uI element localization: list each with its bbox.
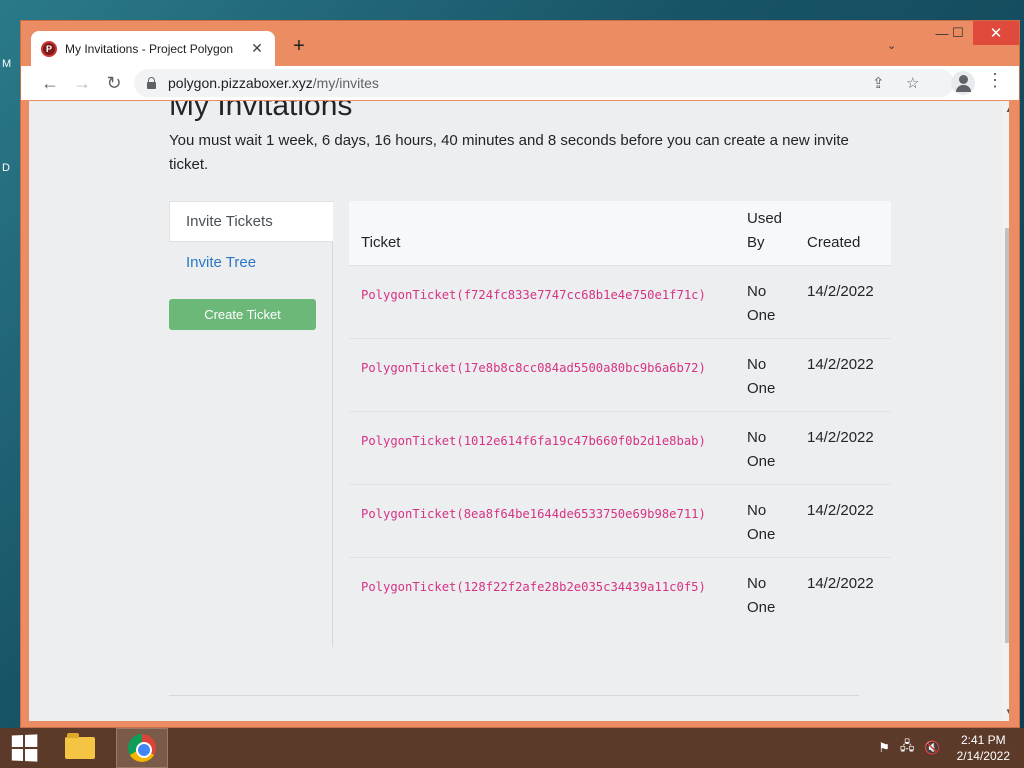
create-ticket-button[interactable]: Create Ticket	[169, 299, 316, 330]
tab-title: My Invitations - Project Polygon	[65, 41, 234, 56]
ticket-code: PolygonTicket(8ea8f64be1644de6533750e69b…	[361, 507, 706, 521]
column-header-created: Created	[807, 234, 861, 251]
used-by-cell: No One	[747, 283, 776, 324]
share-icon[interactable]: ⇪	[872, 74, 885, 92]
reload-icon: ↻	[106, 72, 122, 93]
scroll-down-arrow-icon[interactable]: ▼	[1005, 707, 1009, 716]
favicon-icon: P	[41, 40, 57, 57]
reload-button[interactable]: ↻	[98, 69, 130, 97]
table-row: PolygonTicket(f724fc833e7747cc68b1e4e750…	[349, 266, 891, 339]
column-header-used-by: Used By	[747, 210, 783, 251]
scroll-up-arrow-icon[interactable]: ▲	[1005, 105, 1009, 114]
browser-toolbar: ← → ↻ polygon.pizzaboxer.xyz /my/invites…	[21, 66, 1019, 100]
windows-logo-icon	[11, 734, 38, 762]
menu-dots-icon[interactable]: ⋮	[985, 70, 1005, 91]
invites-sidebar: Invite Tickets Invite Tree Create Ticket	[169, 201, 333, 647]
desktop-label: M	[2, 58, 12, 70]
taskbar-chrome[interactable]	[116, 728, 168, 768]
browser-tab[interactable]: P My Invitations - Project Polygon ✕	[31, 31, 275, 66]
browser-window: — ☐ ✕ P My Invitations - Project Polygon…	[20, 20, 1020, 728]
footer-divider	[169, 695, 859, 696]
ticket-code: PolygonTicket(f724fc833e7747cc68b1e4e750…	[361, 288, 706, 302]
tickets-table: Ticket Used By Created PolygonTicket(f72…	[349, 201, 891, 631]
ticket-code: PolygonTicket(1012e614f6fa19c47b660f0b2d…	[361, 434, 706, 448]
forward-button[interactable]: →	[66, 69, 98, 97]
volume-muted-icon[interactable]: 🔇	[924, 740, 940, 756]
clock-time: 2:41 PM	[960, 733, 1006, 747]
taskbar-clock[interactable]: 2:41 PM 2/14/2022	[957, 732, 1010, 764]
tab-search-chevron-icon[interactable]: ⌄	[887, 39, 896, 52]
back-button[interactable]: ←	[34, 69, 66, 97]
back-arrow-icon: ←	[41, 72, 59, 93]
forward-arrow-icon: →	[73, 72, 91, 93]
network-icon[interactable]: 🖧	[900, 737, 915, 759]
close-window-button[interactable]: ✕	[973, 21, 1019, 45]
desktop-label: D	[2, 162, 10, 174]
action-center-flag-icon[interactable]: ⚑	[878, 740, 890, 756]
clock-date: 2/14/2022	[956, 749, 1010, 763]
created-cell: 14/2/2022	[807, 502, 874, 519]
sidebar-item-invite-tickets[interactable]: Invite Tickets	[169, 201, 333, 242]
chrome-icon	[128, 734, 156, 762]
url-host: polygon.pizzaboxer.xyz	[168, 75, 313, 91]
bookmark-star-icon[interactable]: ☆	[906, 74, 919, 92]
page-scrollbar[interactable]: ▲ ▼	[1002, 101, 1009, 721]
taskbar-file-explorer[interactable]	[54, 728, 106, 768]
new-tab-button[interactable]: +	[287, 35, 311, 59]
scrollbar-thumb[interactable]	[1005, 228, 1009, 643]
wait-message: You must wait 1 week, 6 days, 16 hours, …	[169, 132, 849, 173]
page-viewport: My Invitations You must wait 1 week, 6 d…	[29, 101, 1009, 721]
taskbar: ⚑ 🖧 🔇 2:41 PM 2/14/2022	[0, 728, 1024, 768]
system-tray: ⚑ 🖧 🔇 2:41 PM 2/14/2022	[878, 728, 1010, 768]
tab-close-icon[interactable]: ✕	[249, 40, 265, 57]
page-title: My Invitations	[169, 101, 353, 122]
table-row: PolygonTicket(1012e614f6fa19c47b660f0b2d…	[349, 412, 891, 485]
lock-icon	[146, 77, 156, 89]
address-bar[interactable]: polygon.pizzaboxer.xyz /my/invites ⇪ ☆	[134, 69, 954, 97]
created-cell: 14/2/2022	[807, 429, 874, 446]
ticket-code: PolygonTicket(17e8b8c8cc084ad5500a80bc9b…	[361, 361, 706, 375]
used-by-cell: No One	[747, 429, 776, 470]
url-path: /my/invites	[312, 75, 379, 91]
table-row: PolygonTicket(128f22f2afe28b2e035c34439a…	[349, 558, 891, 631]
used-by-cell: No One	[747, 356, 776, 397]
profile-avatar-icon[interactable]	[951, 71, 975, 95]
folder-icon	[65, 733, 95, 759]
created-cell: 14/2/2022	[807, 356, 874, 373]
created-cell: 14/2/2022	[807, 283, 874, 300]
table-header: Ticket Used By Created	[349, 201, 891, 266]
close-icon: ✕	[989, 25, 1003, 42]
sidebar-item-invite-tree[interactable]: Invite Tree	[169, 242, 332, 283]
table-row: PolygonTicket(17e8b8c8cc084ad5500a80bc9b…	[349, 339, 891, 412]
created-cell: 14/2/2022	[807, 575, 874, 592]
table-row: PolygonTicket(8ea8f64be1644de6533750e69b…	[349, 485, 891, 558]
used-by-cell: No One	[747, 575, 776, 616]
column-header-ticket: Ticket	[361, 234, 401, 251]
ticket-code: PolygonTicket(128f22f2afe28b2e035c34439a…	[361, 580, 706, 594]
used-by-cell: No One	[747, 502, 776, 543]
maximize-button[interactable]: ☐	[941, 21, 975, 45]
start-button[interactable]	[0, 728, 48, 768]
